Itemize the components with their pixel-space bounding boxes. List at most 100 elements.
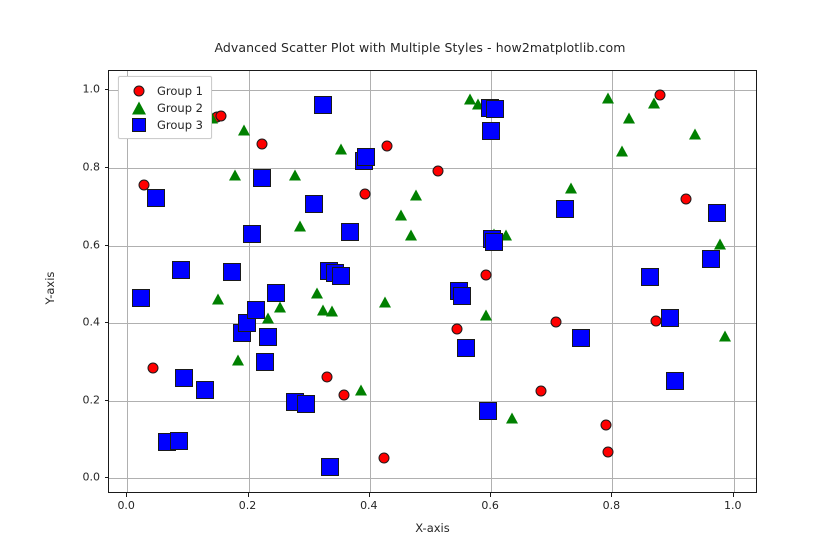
data-point-group-1: [602, 446, 614, 458]
data-point-group-3: [297, 394, 316, 413]
data-point-group-2: [405, 229, 418, 241]
data-point-group-2: [688, 128, 701, 140]
data-point-group-3: [313, 96, 332, 115]
data-point-group-2: [229, 169, 242, 181]
x-tick-mark: [611, 493, 613, 497]
data-point-group-1: [256, 138, 268, 150]
x-tick-label: 0.4: [360, 499, 378, 512]
data-point-group-3: [482, 122, 501, 141]
legend-label: Group 2: [157, 100, 203, 115]
data-point-group-3: [174, 369, 193, 388]
data-point-group-1: [147, 362, 159, 374]
data-point-group-3: [195, 380, 214, 399]
legend-label: Group 1: [157, 83, 203, 98]
data-point-group-2: [647, 97, 660, 109]
data-point-group-1: [480, 269, 492, 281]
data-point-group-1: [600, 419, 612, 431]
data-point-group-1: [680, 193, 692, 205]
data-point-group-3: [661, 309, 680, 328]
data-point-group-3: [147, 189, 166, 208]
x-tick-mark: [126, 493, 128, 497]
legend-item-group-1[interactable]: Group 1: [125, 82, 203, 99]
y-tick-label: 0.0: [82, 470, 101, 484]
legend-item-group-2[interactable]: Group 2: [125, 99, 203, 116]
data-point-group-1: [359, 188, 371, 200]
x-tick-label: 0.2: [238, 499, 257, 512]
data-point-group-3: [479, 401, 498, 420]
square-icon: [125, 116, 153, 133]
y-tick-label: 0.8: [82, 160, 101, 174]
data-point-group-1: [338, 389, 350, 401]
data-point-group-3: [252, 168, 271, 187]
data-point-group-3: [321, 457, 340, 476]
data-point-group-3: [356, 148, 375, 167]
data-point-group-2: [231, 354, 244, 366]
data-point-group-2: [212, 293, 225, 305]
y-tick-mark: [104, 167, 108, 169]
data-point-group-2: [288, 169, 301, 181]
y-tick-label: 1.0: [82, 82, 101, 96]
data-point-group-3: [701, 250, 720, 269]
data-point-group-2: [378, 296, 391, 308]
data-point-group-1: [535, 385, 547, 397]
data-point-group-3: [641, 268, 660, 287]
x-tick-label: 0.0: [117, 499, 135, 512]
data-point-group-2: [480, 309, 493, 321]
y-tick-mark: [104, 322, 108, 324]
data-point-group-2: [354, 384, 367, 396]
data-point-group-3: [169, 432, 188, 451]
data-point-group-2: [237, 124, 250, 136]
x-tick-mark: [732, 493, 734, 497]
data-point-group-1: [381, 140, 393, 151]
legend: Group 1 Group 2 Group 3: [118, 76, 212, 139]
x-tick-label: 0.8: [602, 499, 621, 512]
data-point-group-1: [378, 452, 390, 464]
data-point-group-3: [247, 300, 266, 319]
data-point-group-3: [556, 199, 575, 218]
data-point-group-2: [615, 145, 628, 157]
data-point-group-3: [485, 232, 504, 251]
data-point-group-2: [506, 412, 519, 424]
y-tick-mark: [104, 89, 108, 91]
legend-label: Group 3: [157, 117, 203, 132]
data-point-group-2: [409, 189, 422, 201]
data-point-group-2: [714, 238, 727, 250]
data-point-group-2: [334, 143, 347, 155]
y-tick-mark: [104, 477, 108, 479]
data-point-group-3: [453, 287, 471, 306]
triangle-icon: [125, 99, 153, 116]
data-point-group-3: [256, 353, 275, 372]
data-point-group-3: [305, 195, 323, 214]
data-point-group-2: [601, 92, 614, 104]
x-tick-mark: [247, 493, 249, 497]
circle-icon: [125, 82, 153, 99]
data-point-group-3: [258, 327, 277, 346]
data-point-group-2: [274, 301, 287, 313]
data-point-group-2: [311, 287, 324, 299]
chart-title: Advanced Scatter Plot with Multiple Styl…: [214, 40, 626, 55]
x-tick-mark: [490, 493, 492, 497]
data-point-group-1: [321, 371, 333, 383]
data-point-group-1: [650, 315, 662, 327]
data-point-group-3: [242, 224, 261, 243]
x-tick-label: 1.0: [723, 499, 742, 512]
y-tick-mark: [104, 399, 108, 401]
data-point-group-2: [565, 182, 578, 194]
legend-item-group-3[interactable]: Group 3: [125, 116, 203, 133]
data-point-group-3: [707, 203, 726, 222]
data-point-group-1: [550, 316, 562, 328]
data-point-group-3: [266, 283, 285, 302]
data-point-group-2: [395, 209, 408, 221]
data-point-group-3: [171, 260, 190, 279]
data-point-group-3: [456, 338, 475, 357]
data-point-group-2: [294, 220, 307, 232]
scatter-plot-figure: Advanced Scatter Plot with Multiple Styl…: [0, 0, 840, 560]
data-point-group-1: [432, 165, 444, 177]
data-point-group-1: [451, 323, 463, 335]
x-tick-label: 0.6: [481, 499, 499, 512]
y-tick-label: 0.4: [82, 315, 101, 329]
data-point-group-3: [665, 371, 684, 390]
y-tick-label: 0.6: [82, 238, 101, 252]
y-axis-label: Y-axis: [43, 271, 57, 305]
data-point-group-3: [131, 289, 150, 308]
